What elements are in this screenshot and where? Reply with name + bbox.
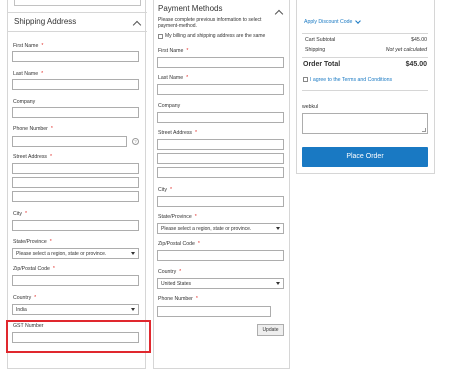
shipping-street-line2-input[interactable] (12, 177, 139, 188)
shipping-first-name-input[interactable] (12, 51, 139, 62)
same-address-label: My billing and shipping address are the … (165, 33, 266, 39)
shipping-zip-input[interactable] (12, 275, 139, 286)
billing-country-label: Country * (158, 269, 182, 275)
shipping-street-line3-input[interactable] (12, 191, 139, 202)
shipping-city-input[interactable] (12, 220, 139, 231)
shipping-street-label: Street Address * (13, 154, 53, 160)
cart-subtotal-label: Cart Subtotal (305, 37, 336, 43)
shipping-label: Shipping (305, 47, 326, 53)
order-total-value: $45.00 (405, 61, 427, 68)
shipping-country-label: Country * (13, 295, 37, 301)
shipping-region-value: Please select a region, state or provinc… (16, 251, 107, 257)
comment-label: webkul (302, 104, 319, 110)
caret-down-icon (276, 282, 280, 285)
comment-textarea[interactable] (302, 113, 428, 134)
chevron-up-icon[interactable] (274, 9, 284, 19)
divider (302, 90, 428, 91)
billing-city-label: City * (158, 187, 172, 193)
shipping-address-title: Shipping Address (14, 17, 77, 26)
billing-country-value: United States (161, 281, 192, 287)
billing-last-name-label: Last Name * (158, 75, 189, 81)
update-button[interactable]: Update (257, 324, 284, 336)
shipping-value: Not yet calculated (385, 47, 427, 53)
shipping-region-label: State/Province * (13, 239, 52, 245)
shipping-last-name-label: Last Name * (13, 71, 44, 77)
terms-and-conditions-link[interactable]: I agree to the Terms and Conditions (310, 77, 392, 83)
billing-street-line3-input[interactable] (157, 167, 284, 178)
order-total-label: Order Total (303, 61, 341, 68)
caret-down-icon (131, 252, 135, 255)
help-icon[interactable]: ? (132, 138, 139, 145)
divider (302, 33, 428, 34)
billing-zip-input[interactable] (157, 250, 284, 261)
billing-phone-label: Phone Number * (158, 296, 198, 302)
billing-phone-input[interactable] (157, 306, 271, 317)
shipping-address-header[interactable]: Shipping Address (8, 12, 147, 32)
place-order-button[interactable]: Place Order (302, 147, 428, 167)
billing-city-input[interactable] (157, 196, 284, 207)
previous-section-stub (14, 0, 141, 6)
payment-methods-title: Payment Methods (158, 4, 223, 13)
billing-last-name-input[interactable] (157, 84, 284, 95)
apply-discount-link[interactable]: Apply Discount Code (304, 19, 352, 25)
shipping-city-label: City * (13, 211, 27, 217)
billing-first-name-label: First Name * (158, 48, 189, 54)
billing-region-value: Please select a region, state or provinc… (161, 226, 252, 232)
billing-region-select[interactable]: Please select a region, state or provinc… (157, 223, 284, 234)
billing-zip-label: Zip/Postal Code * (158, 241, 200, 247)
shipping-country-value: India (16, 307, 27, 313)
chevron-up-icon[interactable] (132, 20, 142, 30)
shipping-phone-input[interactable] (12, 136, 127, 147)
shipping-company-input[interactable] (12, 107, 139, 118)
billing-country-select[interactable]: United States (157, 278, 284, 289)
gst-highlight-box (6, 320, 151, 353)
billing-company-input[interactable] (157, 112, 284, 123)
shipping-last-name-input[interactable] (12, 79, 139, 90)
shipping-zip-label: Zip/Postal Code * (13, 266, 55, 272)
billing-company-label: Company (158, 103, 181, 109)
cart-subtotal-value: $45.00 (411, 37, 427, 43)
billing-street-line1-input[interactable] (157, 139, 284, 150)
shipping-first-name-label: First Name * (13, 43, 44, 49)
resize-handle-icon[interactable] (422, 128, 426, 132)
shipping-region-select[interactable]: Please select a region, state or provinc… (12, 248, 139, 259)
shipping-street-line1-input[interactable] (12, 163, 139, 174)
terms-checkbox[interactable] (303, 77, 308, 82)
caret-down-icon (276, 227, 280, 230)
same-address-checkbox[interactable] (158, 34, 163, 39)
shipping-country-select[interactable]: India (12, 304, 139, 315)
billing-region-label: State/Province * (158, 214, 197, 220)
billing-street-label: Street Address * (158, 130, 198, 136)
billing-street-line2-input[interactable] (157, 153, 284, 164)
divider (302, 57, 428, 58)
shipping-phone-label: Phone Number * (13, 126, 53, 132)
caret-down-icon (131, 308, 135, 311)
payment-info-text: Please complete previous information to … (158, 17, 262, 29)
billing-first-name-input[interactable] (157, 57, 284, 68)
shipping-company-label: Company (13, 99, 36, 105)
